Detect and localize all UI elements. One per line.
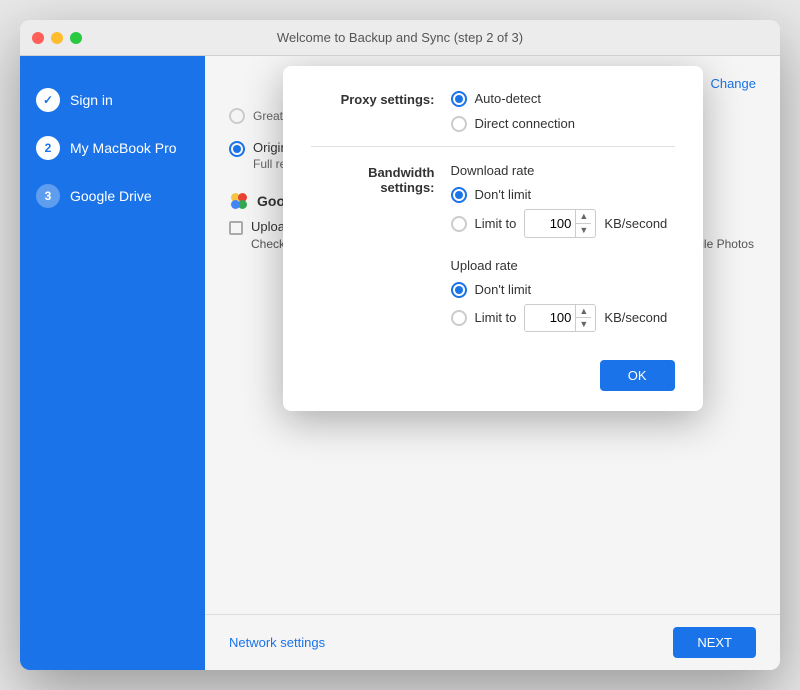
proxy-direct-row: Direct connection — [451, 115, 575, 132]
sidebar-label-sign-in: Sign in — [70, 92, 113, 108]
proxy-auto-detect-label: Auto-detect — [475, 91, 542, 106]
proxy-auto-detect-radio[interactable] — [451, 91, 467, 107]
sidebar: ✓ Sign in 2 My MacBook Pro 3 Google Driv… — [20, 56, 205, 670]
download-unit: KB/second — [604, 216, 667, 231]
download-limit-row: Limit to ▲ ▼ KB/second — [451, 209, 668, 238]
upload-limit-radio[interactable] — [451, 310, 467, 326]
dialog-divider — [311, 146, 675, 147]
ok-button[interactable]: OK — [600, 360, 675, 391]
sidebar-label-macbook: My MacBook Pro — [70, 140, 177, 156]
bandwidth-options: Download rate Don't limit Limit to — [451, 163, 668, 344]
modal-dialog: Proxy settings: Auto-detect Direct conne… — [283, 66, 703, 411]
titlebar: Welcome to Backup and Sync (step 2 of 3) — [20, 20, 780, 56]
minimize-button[interactable] — [51, 32, 63, 44]
proxy-auto-detect-row: Auto-detect — [451, 90, 575, 107]
download-limit-radio[interactable] — [451, 216, 467, 232]
step-icon-macbook: 2 — [36, 136, 60, 160]
upload-limit-input[interactable] — [525, 307, 575, 328]
download-spinners: ▲ ▼ — [575, 210, 591, 237]
download-rate-label: Download rate — [451, 163, 668, 178]
upload-spin-up[interactable]: ▲ — [576, 305, 591, 319]
sidebar-item-sign-in[interactable]: ✓ Sign in — [20, 76, 205, 124]
upload-limit-row: Limit to ▲ ▼ KB/second — [451, 304, 668, 333]
download-rate-section: Download rate Don't limit Limit to — [451, 163, 668, 238]
sidebar-item-macbook[interactable]: 2 My MacBook Pro — [20, 124, 205, 172]
download-dont-limit-row: Don't limit — [451, 186, 668, 203]
maximize-button[interactable] — [70, 32, 82, 44]
proxy-section-label: Proxy settings: — [311, 90, 451, 107]
main-content: Change Great visual quality at a reduced… — [205, 56, 780, 670]
upload-spinners: ▲ ▼ — [575, 305, 591, 332]
modal-overlay: Proxy settings: Auto-detect Direct conne… — [205, 56, 780, 670]
download-limit-label: Limit to — [475, 216, 517, 231]
download-limit-input-wrap: ▲ ▼ — [524, 209, 596, 238]
download-dont-limit-label: Don't limit — [475, 187, 532, 202]
proxy-direct-radio[interactable] — [451, 116, 467, 132]
proxy-row: Proxy settings: Auto-detect Direct conne… — [311, 90, 675, 132]
sidebar-label-google-drive: Google Drive — [70, 188, 152, 204]
bandwidth-section-label: Bandwidth settings: — [311, 163, 451, 195]
bandwidth-row: Bandwidth settings: Download rate Don't … — [311, 163, 675, 344]
sidebar-item-google-drive[interactable]: 3 Google Drive — [20, 172, 205, 220]
upload-dont-limit-radio[interactable] — [451, 282, 467, 298]
download-dont-limit-radio[interactable] — [451, 187, 467, 203]
upload-limit-input-wrap: ▲ ▼ — [524, 304, 596, 333]
proxy-direct-label: Direct connection — [475, 116, 575, 131]
upload-dont-limit-label: Don't limit — [475, 282, 532, 297]
window-title: Welcome to Backup and Sync (step 2 of 3) — [277, 30, 523, 45]
upload-rate-section: Upload rate Don't limit Limit to — [451, 258, 668, 333]
proxy-options: Auto-detect Direct connection — [451, 90, 575, 132]
upload-spin-down[interactable]: ▼ — [576, 318, 591, 331]
upload-unit: KB/second — [604, 310, 667, 325]
upload-rate-label: Upload rate — [451, 258, 668, 273]
close-button[interactable] — [32, 32, 44, 44]
step-icon-google-drive: 3 — [36, 184, 60, 208]
download-spin-up[interactable]: ▲ — [576, 210, 591, 224]
upload-limit-label: Limit to — [475, 310, 517, 325]
download-spin-down[interactable]: ▼ — [576, 224, 591, 237]
main-window: Welcome to Backup and Sync (step 2 of 3)… — [20, 20, 780, 670]
window-body: ✓ Sign in 2 My MacBook Pro 3 Google Driv… — [20, 56, 780, 670]
traffic-lights — [32, 32, 82, 44]
upload-dont-limit-row: Don't limit — [451, 281, 668, 298]
download-limit-input[interactable] — [525, 213, 575, 234]
step-icon-sign-in: ✓ — [36, 88, 60, 112]
